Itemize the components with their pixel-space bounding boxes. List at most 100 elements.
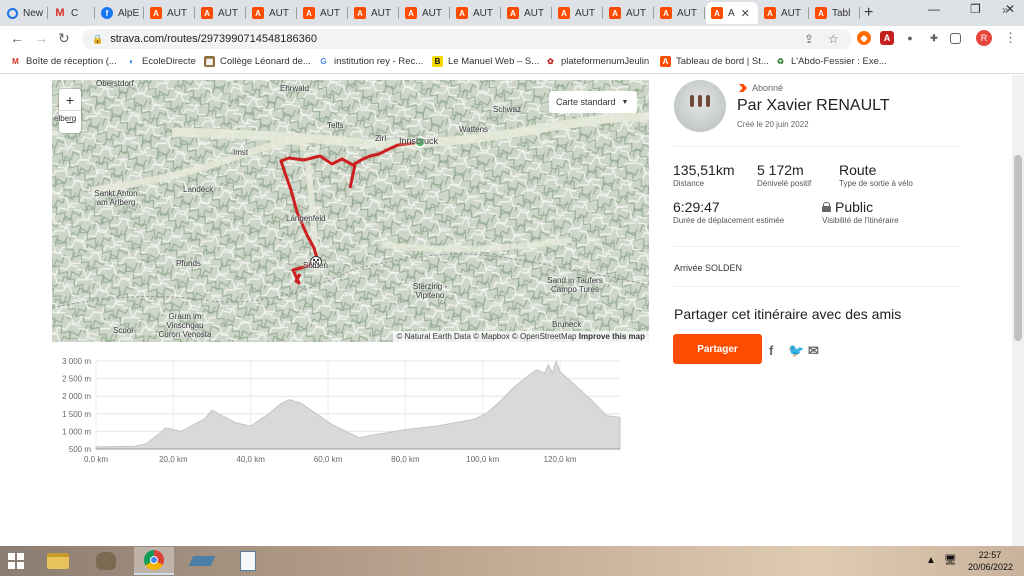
- twitter-icon[interactable]: 🐦: [788, 343, 804, 359]
- route-details-panel: Abonné Par Xavier RENAULT Créé le 20 jui…: [673, 75, 963, 546]
- bookmark-label: Le Manuel Web – S...: [448, 56, 540, 67]
- browser-tab[interactable]: A AUT: [759, 2, 809, 24]
- strava-icon: A: [405, 7, 417, 19]
- share-button[interactable]: Partager: [673, 334, 762, 364]
- notepad-taskbar-icon[interactable]: [228, 547, 268, 575]
- map-place: Innsbruck: [399, 136, 439, 146]
- tab-label: AUT: [473, 7, 493, 19]
- url-text: strava.com/routes/2973990714548186360: [110, 33, 317, 45]
- drop-extension-icon[interactable]: ●: [903, 31, 917, 45]
- tab-label: AUT: [575, 7, 595, 19]
- network-icon[interactable]: 🖥: [944, 555, 957, 566]
- stat-label: Durée de déplacement estimée: [673, 216, 785, 225]
- bookmark-label: Boîte de réception (...: [26, 56, 117, 67]
- extensions-puzzle-icon[interactable]: ✚: [927, 31, 941, 45]
- browser-tab[interactable]: A AUT: [553, 2, 603, 24]
- profile-avatar[interactable]: R: [976, 30, 992, 46]
- improve-map-link[interactable]: Improve this map: [579, 332, 645, 341]
- email-icon[interactable]: ✉: [808, 343, 819, 359]
- extension-orange-icon[interactable]: ◆: [857, 31, 871, 45]
- browser-tab[interactable]: A AUT: [451, 2, 501, 24]
- route-author[interactable]: Par Xavier RENAULT: [737, 97, 890, 115]
- share-page-icon[interactable]: ⇪: [804, 32, 814, 46]
- tab-separator: [398, 7, 399, 19]
- browser-tab[interactable]: A AUT: [247, 2, 297, 24]
- map-place: Wattens: [459, 125, 489, 134]
- tray-arrow-icon[interactable]: ▲: [926, 555, 936, 566]
- new-tab-button[interactable]: +: [864, 4, 873, 22]
- windows-start-icon[interactable]: [8, 553, 24, 569]
- zoom-in-button[interactable]: +: [59, 89, 81, 111]
- tab-separator: [500, 7, 501, 19]
- tab-separator: [347, 7, 348, 19]
- browser-tab-strip: New M Cf AlpE A AUT A AUT A AUT A AUT A AUT A AUT A AUT A A…: [0, 0, 1024, 26]
- browser-tab[interactable]: A AUT: [655, 2, 705, 24]
- browser-tab[interactable]: A AUT: [145, 2, 195, 24]
- tab-label: AUT: [218, 7, 238, 19]
- reload-icon[interactable]: ↻: [58, 30, 70, 47]
- bookmark-label: EcoleDirecte: [142, 56, 196, 67]
- system-clock[interactable]: 22:57 20/06/2022: [968, 549, 1013, 573]
- restore-icon[interactable]: ❐: [970, 2, 981, 16]
- tab-separator: [704, 7, 705, 19]
- strava-icon: A: [711, 7, 723, 19]
- map-place: Bruneck: [552, 320, 582, 329]
- pdf-extension-icon[interactable]: A: [880, 31, 894, 45]
- bookmark-item[interactable]: ♻ L'Abdo-Fessier : Exe...: [775, 56, 887, 67]
- facebook-icon[interactable]: f: [769, 343, 773, 358]
- bookmark-item[interactable]: M Boîte de réception (...: [10, 56, 117, 67]
- browser-tab[interactable]: A A ✕: [706, 2, 758, 24]
- browser-tab[interactable]: A AUT: [502, 2, 552, 24]
- app-taskbar-icon[interactable]: [182, 547, 222, 575]
- stat-label: Visibilité de l'itinéraire: [822, 216, 899, 225]
- strava-icon: A: [609, 7, 621, 19]
- map-place: Oberstdorf: [96, 80, 134, 88]
- bookmark-item[interactable]: Ginstitution rey - Rec...: [318, 56, 423, 67]
- stat-duration: 6:29:47 Durée de déplacement estimée: [673, 199, 784, 225]
- browser-tab[interactable]: New: [2, 2, 48, 24]
- tab-close-icon[interactable]: ✕: [741, 7, 750, 20]
- route-map[interactable]: + − Carte standard ▼ Oberstdorf Ehrwald …: [52, 80, 649, 342]
- elevation-chart[interactable]: 500 m 1 000 m 1 500 m 2 000 m 2 500 m 3 000 m…: [52, 357, 627, 471]
- browser-tab[interactable]: MC: [49, 2, 95, 24]
- browser-tab[interactable]: A AUT: [604, 2, 654, 24]
- browser-tab[interactable]: f AlpE: [96, 2, 144, 24]
- map-place: Pfunds: [176, 259, 201, 268]
- stat-visibility: Public Visibilité de l'itinéraire: [822, 199, 899, 225]
- file-explorer-icon[interactable]: [38, 547, 78, 575]
- forward-icon[interactable]: →: [34, 30, 48, 46]
- athlete-avatar[interactable]: [674, 80, 726, 132]
- gmail-icon: M: [10, 56, 21, 67]
- tab-label: AUT: [677, 7, 697, 19]
- browser-tab[interactable]: A AUT: [349, 2, 399, 24]
- side-panel-icon[interactable]: [950, 33, 961, 44]
- browser-tab[interactable]: A AUT: [400, 2, 450, 24]
- gimp-icon[interactable]: [86, 547, 126, 575]
- bookmark-item[interactable]: A Tableau de bord | St...: [660, 56, 769, 67]
- scrollbar-thumb[interactable]: [1014, 155, 1022, 341]
- page-scrollbar[interactable]: [1012, 75, 1024, 546]
- bookmark-item[interactable]: ◐ EcoleDirecte: [126, 56, 196, 67]
- chrome-taskbar-icon[interactable]: [134, 547, 174, 575]
- map-place: Telfs: [327, 121, 344, 130]
- recycle-icon: ♻: [775, 56, 786, 67]
- minimize-icon[interactable]: —: [928, 2, 940, 16]
- stat-label: Type de sortie à vélo: [839, 179, 913, 188]
- browser-tab[interactable]: A Tabl: [810, 2, 860, 24]
- stat-label: Distance: [673, 179, 705, 188]
- bookmark-item[interactable]: ▦ Collège Léonard de...: [204, 56, 311, 67]
- facebook-icon: f: [101, 7, 113, 19]
- bookmark-item[interactable]: B Le Manuel Web – S...: [432, 56, 539, 67]
- bookmark-item[interactable]: ✿ plateformenumJeulin: [545, 56, 649, 67]
- caret-down-icon: ▼: [621, 98, 629, 106]
- url-field[interactable]: 🔒 strava.com/routes/2973990714548186360: [82, 29, 852, 49]
- browser-tab[interactable]: A AUT: [298, 2, 348, 24]
- back-icon[interactable]: ←: [10, 30, 24, 46]
- browser-tab[interactable]: A AUT: [196, 2, 246, 24]
- map-place: Sand in Taufers Campo Tures: [547, 276, 603, 294]
- map-style-select[interactable]: Carte standard ▼: [549, 91, 637, 113]
- strava-icon: A: [764, 7, 776, 19]
- bookmark-star-icon[interactable]: ☆: [828, 32, 839, 46]
- browser-menu-icon[interactable]: ⋮: [1004, 30, 1017, 46]
- bookmarks-overflow-icon[interactable]: »: [1002, 3, 1009, 17]
